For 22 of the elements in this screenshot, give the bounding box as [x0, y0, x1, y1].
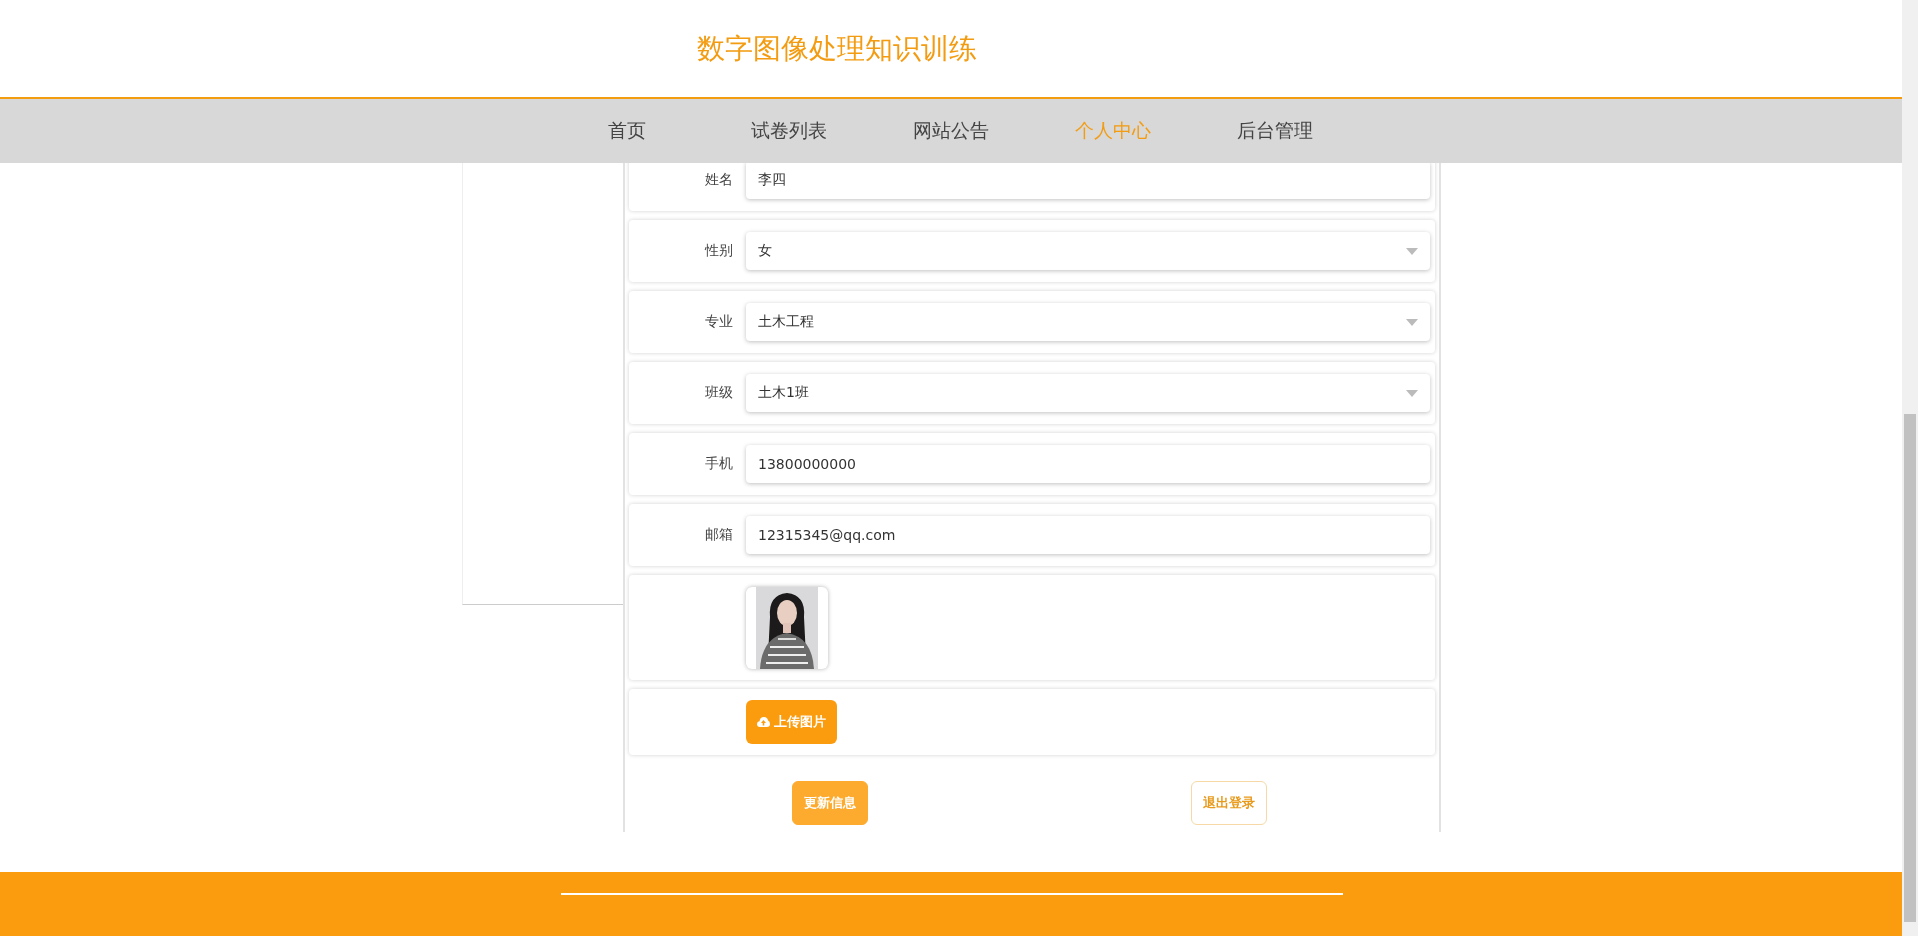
caret-icon	[1406, 318, 1418, 326]
field-label: 班级	[704, 384, 734, 402]
field-label: 性别	[703, 242, 734, 260]
field-label: 手机	[704, 455, 734, 473]
nav-link[interactable]: 后台管理	[1194, 118, 1356, 144]
field-label: 邮箱	[704, 526, 734, 544]
select-field[interactable]: 女	[746, 232, 1430, 270]
caret-icon	[1406, 247, 1418, 255]
nav-link[interactable]: 网站公告	[870, 118, 1032, 144]
input-field[interactable]: 李四	[746, 163, 1430, 199]
select-field[interactable]: 土木1班	[746, 374, 1430, 412]
input-field[interactable]: 12315345@qq.com	[746, 516, 1430, 554]
select-field[interactable]: 土木工程	[746, 303, 1430, 341]
cloud-upload-icon	[757, 717, 770, 727]
nav-link[interactable]: 试卷列表	[708, 118, 870, 144]
site-title: 数字图像处理知识训练	[697, 30, 977, 67]
field-label: 姓名	[704, 171, 734, 189]
scrollbar[interactable]	[1902, 0, 1918, 936]
caret-icon	[1406, 389, 1418, 397]
field-label: 专业	[704, 313, 734, 331]
nav-link[interactable]: 首页	[546, 118, 708, 144]
input-field[interactable]: 13800000000	[746, 445, 1430, 483]
